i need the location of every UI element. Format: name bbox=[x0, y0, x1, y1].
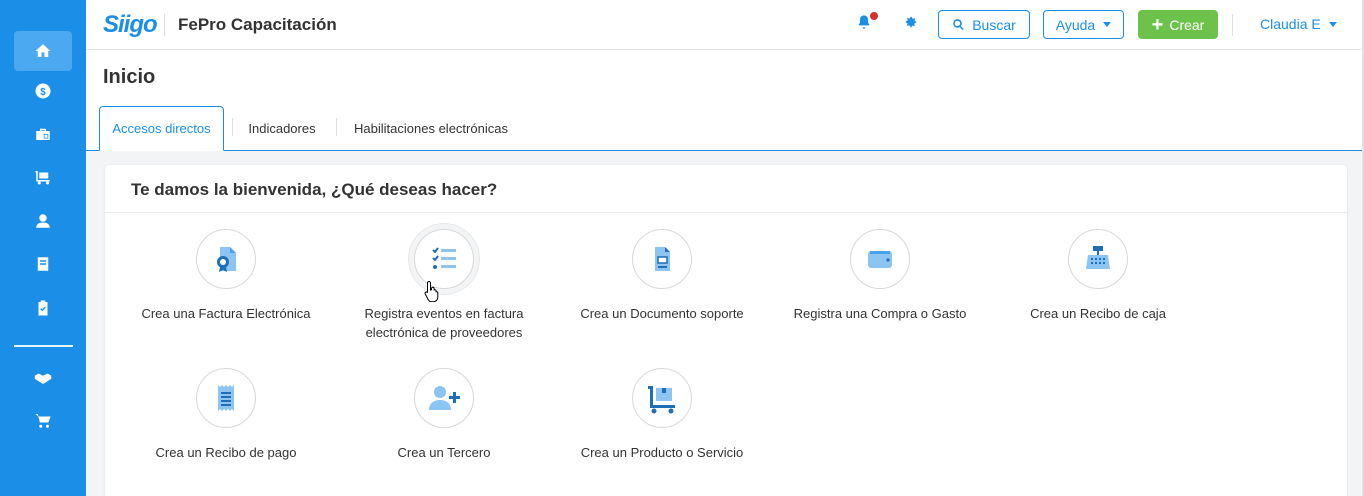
action-producto-servicio[interactable]: Crea un Producto o Servicio bbox=[552, 368, 772, 462]
header-separator-2 bbox=[1232, 14, 1233, 36]
action-label: Crea un Documento soporte bbox=[580, 306, 744, 321]
tab-habilitaciones[interactable]: Habilitaciones electrónicas bbox=[344, 106, 518, 151]
home-icon[interactable] bbox=[14, 31, 72, 71]
action-registra-eventos[interactable]: Registra eventos en factura electrónica … bbox=[334, 229, 554, 342]
person-icon[interactable] bbox=[14, 201, 72, 241]
invoice-icon bbox=[196, 229, 256, 289]
gear-icon[interactable] bbox=[904, 15, 920, 31]
briefcase-icon[interactable] bbox=[14, 114, 72, 154]
action-label: Crea un Producto o Servicio bbox=[580, 445, 744, 460]
chevron-down-icon bbox=[1328, 21, 1337, 27]
action-label: Crea un Recibo de pago bbox=[155, 445, 297, 460]
page-title: Inicio bbox=[103, 66, 156, 88]
notification-badge bbox=[870, 12, 878, 20]
create-button[interactable]: + Crear bbox=[1138, 10, 1218, 39]
handshake-icon[interactable] bbox=[14, 358, 72, 398]
tab-indicadores[interactable]: Indicadores bbox=[238, 106, 326, 151]
action-recibo-caja[interactable]: Crea un Recibo de caja bbox=[988, 229, 1208, 323]
header-separator bbox=[164, 14, 165, 36]
help-label: Ayuda bbox=[1055, 16, 1096, 33]
action-label: Crea un Tercero bbox=[397, 445, 491, 460]
shopping-cart-icon[interactable] bbox=[14, 401, 72, 441]
sidebar-divider bbox=[14, 345, 73, 347]
checklist-icon bbox=[414, 229, 474, 289]
tab-separator bbox=[232, 118, 233, 136]
action-recibo-pago[interactable]: Crea un Recibo de pago bbox=[116, 368, 336, 462]
truck-cart-icon[interactable] bbox=[14, 157, 72, 197]
action-crea-tercero[interactable]: Crea un Tercero bbox=[334, 368, 554, 462]
chevron-down-icon bbox=[1103, 22, 1112, 27]
company-name: FePro Capacitación bbox=[178, 15, 337, 34]
book-icon[interactable] bbox=[14, 244, 72, 284]
receipt-icon bbox=[196, 368, 256, 428]
welcome-title: Te damos la bienvenida, ¿Qué deseas hace… bbox=[131, 180, 498, 199]
siigo-logo[interactable]: Siigo bbox=[103, 10, 158, 40]
action-label: Registra una Compra o Gasto bbox=[793, 306, 967, 321]
tab-accesos-directos[interactable]: Accesos directos bbox=[99, 106, 224, 151]
wallet-icon bbox=[850, 229, 910, 289]
action-label: Registra eventos en factura electrónica … bbox=[364, 306, 524, 340]
top-header: Siigo FePro Capacitación Buscar Ayuda + … bbox=[86, 0, 1364, 50]
action-compra-gasto[interactable]: Registra una Compra o Gasto bbox=[770, 229, 990, 323]
help-dropdown[interactable]: Ayuda bbox=[1043, 10, 1124, 39]
search-button-label: Buscar bbox=[972, 16, 1016, 33]
action-label: Crea una Factura Electrónica bbox=[141, 306, 311, 321]
clipboard-check-icon[interactable] bbox=[14, 288, 72, 328]
product-cart-icon bbox=[632, 368, 692, 428]
left-sidebar: $ bbox=[0, 0, 86, 496]
add-person-icon bbox=[414, 368, 474, 428]
search-button[interactable]: Buscar bbox=[938, 10, 1030, 39]
create-button-label: Crear bbox=[1169, 16, 1205, 33]
card-divider bbox=[105, 212, 1347, 213]
action-factura-electronica[interactable]: Crea una Factura Electrónica bbox=[116, 229, 336, 323]
action-documento-soporte[interactable]: Crea un Documento soporte bbox=[552, 229, 772, 323]
tab-separator bbox=[336, 118, 337, 136]
cash-register-icon bbox=[1068, 229, 1128, 289]
search-icon bbox=[953, 19, 964, 31]
action-label: Crea un Recibo de caja bbox=[1030, 306, 1166, 321]
user-name: Claudia E bbox=[1260, 16, 1321, 32]
svg-text:$: $ bbox=[40, 87, 46, 98]
notification-bell-icon[interactable] bbox=[856, 12, 878, 32]
document-icon bbox=[632, 229, 692, 289]
plus-icon: + bbox=[1151, 13, 1164, 36]
user-menu[interactable]: Claudia E bbox=[1260, 16, 1337, 32]
dollar-icon[interactable]: $ bbox=[14, 71, 72, 111]
